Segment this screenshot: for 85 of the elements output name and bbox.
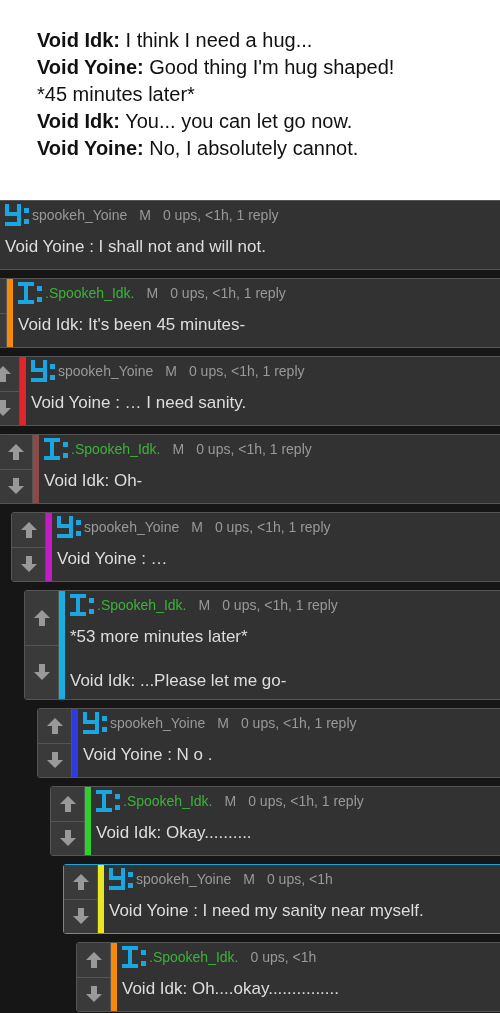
downvote-button[interactable]: [77, 977, 110, 1011]
username-link[interactable]: .Spookeh_Idk.: [71, 438, 161, 460]
mod-tag: M: [146, 282, 159, 304]
upvote-button[interactable]: [25, 591, 58, 646]
upvote-button[interactable]: [77, 943, 110, 978]
mod-tag: M: [139, 204, 151, 226]
upvote-button[interactable]: [38, 709, 71, 744]
avatar-icon: [5, 204, 29, 226]
caption-line: Void Idk: I think I need a hug...: [37, 28, 314, 53]
username-link[interactable]: .Spookeh_Idk.: [123, 790, 213, 812]
comment-stats: 0 ups, <1h, 1 reply: [196, 439, 312, 459]
avatar-icon: [18, 282, 42, 304]
comment-stats: 0 ups, <1h, 1 reply: [162, 205, 279, 225]
down-arrow-icon: [6, 477, 25, 496]
downvote-button[interactable]: [12, 547, 45, 581]
down-arrow-icon: [71, 907, 90, 926]
upvote-button[interactable]: [64, 865, 97, 900]
up-arrow-icon: [71, 872, 90, 891]
mod-tag: M: [198, 594, 211, 616]
downvote-button[interactable]: [64, 899, 97, 933]
down-arrow-icon: [19, 555, 38, 574]
comment-text: Void Idk: Oh-: [44, 470, 144, 492]
down-arrow-icon: [58, 829, 77, 848]
up-arrow-icon: [45, 716, 64, 735]
up-arrow-icon: [84, 950, 103, 969]
up-arrow-icon: [6, 442, 25, 461]
comment-stats: 0 ups, <1h, 1 reply: [248, 791, 364, 811]
mod-tag: M: [224, 790, 237, 812]
comment-stats: 0 ups, <1h, 1 reply: [188, 361, 305, 381]
comment-stats: 0 ups, <1h: [250, 947, 317, 967]
caption-line: Void Yoine: Good thing I'm hug shaped!: [37, 55, 396, 80]
mod-tag: M: [217, 712, 229, 734]
up-arrow-icon: [32, 608, 51, 627]
mod-tag: M: [191, 516, 203, 538]
comment-text: *53 more minutes later*: [70, 626, 249, 648]
comment-text: Void Idk: Oh....okay...............: [122, 978, 339, 1000]
comment-stats: 0 ups, <1h, 1 reply: [214, 517, 331, 537]
comment-text: Void Yoine : …: [57, 548, 169, 570]
avatar-icon: [109, 868, 133, 890]
comment-text: Void Yoine : … I need sanity.: [31, 392, 248, 414]
comment-text: Void Yoine : I need my sanity near myself.: [109, 900, 424, 922]
username-link[interactable]: spookeh_Yoine: [110, 712, 206, 734]
comment-stats: 0 ups, <1h: [266, 869, 333, 889]
mod-tag: M: [172, 438, 185, 460]
up-arrow-icon: [58, 794, 77, 813]
avatar-icon: [57, 516, 81, 538]
caption-line: Void Yoine: No, I absolutely cannot.: [37, 136, 360, 161]
avatar-icon: [122, 946, 146, 968]
username-link[interactable]: .Spookeh_Idk.: [97, 594, 187, 616]
username-link[interactable]: spookeh_Yoine: [32, 204, 128, 226]
comment-text: Void Idk: Okay..........: [96, 822, 253, 844]
comment-stats: 0 ups, <1h, 1 reply: [222, 595, 338, 615]
username-link[interactable]: spookeh_Yoine: [136, 868, 232, 890]
username-link[interactable]: spookeh_Yoine: [58, 360, 154, 382]
comment-stats: 0 ups, <1h, 1 reply: [170, 283, 286, 303]
comment-text: Void Idk: It's been 45 minutes-: [18, 314, 247, 336]
up-arrow-icon: [19, 520, 38, 539]
comment-text: Void Yoine : N o .: [83, 744, 214, 766]
caption-line: *45 minutes later*: [37, 82, 196, 107]
upvote-button[interactable]: [12, 513, 45, 548]
mod-tag: M: [165, 360, 177, 382]
comment-text: Void Yoine : I shall not and will not.: [5, 236, 267, 258]
avatar-icon: [44, 438, 68, 460]
username-link[interactable]: spookeh_Yoine: [84, 516, 180, 538]
avatar-icon: [96, 790, 120, 812]
down-arrow-icon: [84, 985, 103, 1004]
downvote-button[interactable]: [51, 821, 84, 855]
username-link[interactable]: .Spookeh_Idk.: [149, 946, 239, 968]
avatar-icon: [70, 594, 94, 616]
upvote-button[interactable]: [0, 435, 32, 470]
downvote-button[interactable]: [25, 645, 58, 699]
down-arrow-icon: [45, 751, 64, 770]
down-arrow-icon: [0, 399, 12, 418]
avatar-icon: [83, 712, 107, 734]
downvote-button[interactable]: [38, 743, 71, 777]
avatar-icon: [31, 360, 55, 382]
mod-tag: M: [243, 868, 255, 890]
down-arrow-icon: [32, 663, 51, 682]
comment-stats: 0 ups, <1h, 1 reply: [240, 713, 357, 733]
username-link[interactable]: .Spookeh_Idk.: [45, 282, 135, 304]
caption-line: Void Idk: You... you can let go now.: [37, 109, 354, 134]
comment-text: Void Idk: ...Please let me go-: [70, 669, 288, 692]
up-arrow-icon: [0, 364, 12, 383]
downvote-button[interactable]: [0, 469, 32, 503]
upvote-button[interactable]: [51, 787, 84, 822]
